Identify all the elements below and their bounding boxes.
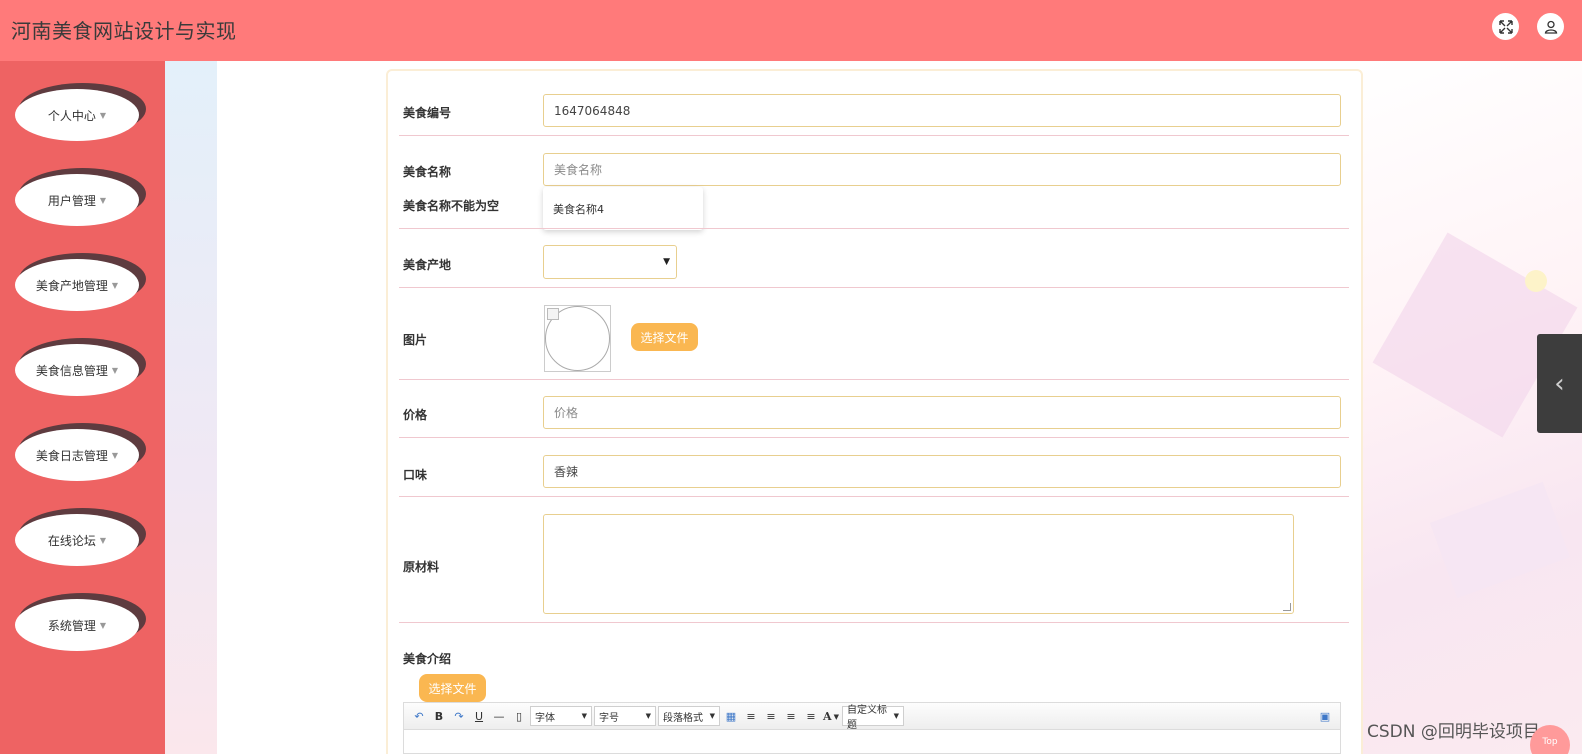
ingredients-textarea[interactable] — [543, 514, 1294, 614]
autocomplete-suggestion[interactable]: 美食名称4 — [543, 187, 703, 230]
ingredients-label: 原材料 — [403, 560, 440, 574]
chevron-down-icon: ▼ — [709, 712, 715, 720]
row-divider — [399, 622, 1349, 623]
sidebar-item-label: 在线论坛 — [47, 533, 96, 548]
price-label: 价格 — [403, 408, 428, 422]
side-panel-toggle[interactable]: ‹ — [1537, 334, 1582, 433]
sidebar-item-label: 美食产地管理 — [35, 278, 108, 293]
caret-down-icon: ▼ — [111, 280, 119, 290]
chevron-down-icon: ▼ — [893, 712, 899, 720]
font-size-select[interactable]: 字号 ▼ — [594, 706, 656, 726]
row-divider — [399, 437, 1349, 438]
sidebar-item-food-log-management[interactable]: 美食日志管理 ▼ — [15, 423, 146, 489]
broken-image-icon — [547, 308, 559, 320]
food-name-label: 美食名称 — [403, 165, 452, 179]
editor-content-area[interactable] — [403, 730, 1341, 754]
paragraph-format-select[interactable]: 段落格式 ▼ — [658, 706, 720, 726]
sidebar-item-label: 美食信息管理 — [35, 363, 108, 378]
choose-image-file-button[interactable]: 选择文件 — [631, 323, 698, 351]
background-shape — [1525, 270, 1547, 292]
chevron-down-icon: ▼ — [581, 712, 587, 720]
sidebar-item-personal-center[interactable]: 个人中心 ▼ — [15, 83, 146, 149]
app-title: 河南美食网站设计与实现 — [11, 19, 237, 43]
row-divider — [399, 135, 1349, 136]
caret-down-icon: ▼ — [99, 110, 107, 120]
chevron-down-icon: ▼ — [833, 711, 839, 721]
sidebar-item-food-info-management[interactable]: 美食信息管理 ▼ — [15, 338, 146, 404]
table-icon[interactable]: ▦ — [722, 706, 740, 726]
editor-toolbar: ↶ B ↷ U — ▯ 字体 ▼ 字号 ▼ 段落格式 ▼ ▦ ≡ ≡ ≡ ≡ A ▼ 自… — [403, 702, 1341, 731]
redo-icon[interactable]: ↷ — [450, 706, 468, 726]
font-color-button[interactable]: A ▼ — [822, 706, 840, 726]
sidebar-item-system-management[interactable]: 系统管理 ▼ — [15, 593, 146, 659]
caret-down-icon: ▼ — [99, 535, 107, 545]
taste-label: 口味 — [403, 468, 428, 482]
row-divider — [399, 496, 1349, 497]
fullscreen-button[interactable] — [1492, 13, 1519, 40]
user-button[interactable] — [1537, 13, 1564, 40]
sidebar-item-label: 美食日志管理 — [35, 448, 108, 463]
clear-format-icon[interactable]: ▯ — [510, 706, 528, 726]
food-id-input[interactable]: 1647064848 — [543, 94, 1341, 127]
chevron-down-icon: ▼ — [645, 712, 651, 720]
align-left-icon[interactable]: ≡ — [742, 706, 760, 726]
sidebar-item-label: 用户管理 — [47, 193, 96, 208]
food-id-label: 美食编号 — [403, 106, 452, 120]
chevron-left-icon: ‹ — [1554, 368, 1565, 399]
image-preview — [544, 305, 611, 372]
sidebar: 个人中心 ▼ 用户管理 ▼ 美食产地管理 ▼ 美食信息管理 ▼ 美食日志管理 ▼ 在线论坛… — [0, 61, 165, 754]
font-family-select[interactable]: 字体 ▼ — [530, 706, 592, 726]
row-divider — [399, 379, 1349, 380]
sidebar-item-online-forum[interactable]: 在线论坛 ▼ — [15, 508, 146, 574]
sidebar-item-origin-management[interactable]: 美食产地管理 ▼ — [15, 253, 146, 319]
sidebar-item-user-management[interactable]: 用户管理 ▼ — [15, 168, 146, 234]
sidebar-item-label: 系统管理 — [47, 618, 96, 633]
align-center-icon[interactable]: ≡ — [782, 706, 800, 726]
caret-down-icon: ▼ — [111, 450, 119, 460]
bold-button[interactable]: B — [430, 706, 448, 726]
underline-button[interactable]: U — [470, 706, 488, 726]
caret-down-icon: ▼ — [111, 365, 119, 375]
row-divider — [399, 287, 1349, 288]
food-name-input[interactable]: 美食名称 — [543, 153, 1341, 186]
user-icon — [1544, 20, 1557, 34]
fullscreen-icon — [1498, 19, 1513, 34]
watermark: CSDN @回明毕设项目 — [1367, 722, 1540, 742]
row-divider — [399, 228, 1349, 229]
taste-input[interactable]: 香辣 — [543, 455, 1341, 488]
origin-select[interactable]: ▼ — [543, 245, 677, 279]
chevron-down-icon: ▼ — [663, 257, 670, 267]
sidebar-item-label: 个人中心 — [47, 108, 96, 123]
caret-down-icon: ▼ — [99, 195, 107, 205]
horizontal-rule-icon[interactable]: — — [490, 706, 508, 726]
origin-label: 美食产地 — [403, 258, 452, 272]
custom-title-select[interactable]: 自定义标题 ▼ — [842, 705, 904, 731]
caret-down-icon: ▼ — [99, 620, 107, 630]
align-justify-icon[interactable]: ≡ — [802, 706, 820, 726]
fullscreen-editor-icon[interactable]: ▣ — [1316, 706, 1334, 726]
undo-icon[interactable]: ↶ — [410, 706, 428, 726]
price-input[interactable]: 价格 — [543, 396, 1341, 429]
image-label: 图片 — [403, 333, 428, 347]
choose-intro-file-button[interactable]: 选择文件 — [419, 674, 486, 702]
resize-handle-icon[interactable] — [1283, 603, 1291, 611]
food-name-error: 美食名称不能为空 — [403, 199, 500, 213]
intro-label: 美食介绍 — [403, 652, 452, 666]
top-header: 河南美食网站设计与实现 — [0, 0, 1582, 61]
background-decoration-left — [165, 61, 217, 754]
align-right-icon[interactable]: ≡ — [762, 706, 780, 726]
